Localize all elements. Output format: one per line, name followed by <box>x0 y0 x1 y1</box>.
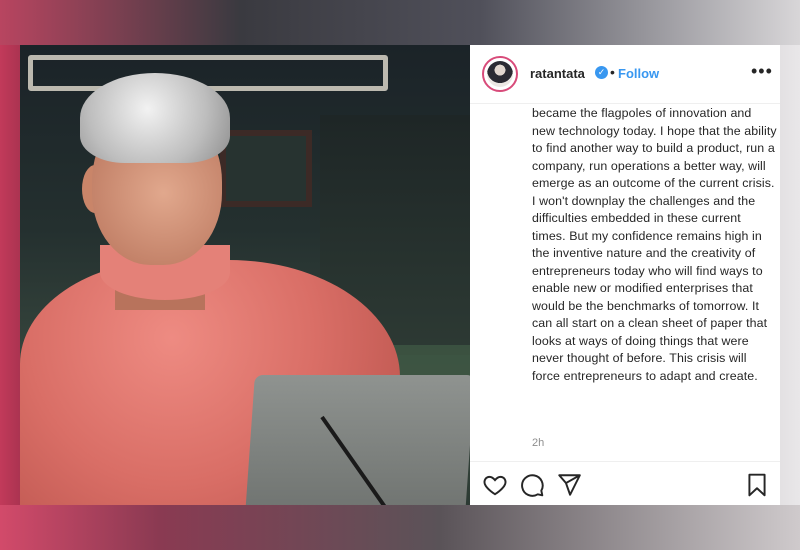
post-card: ratantata ✓ • Follow ••• became the flag… <box>470 45 780 505</box>
comment-icon[interactable] <box>519 472 545 498</box>
more-icon[interactable]: ••• <box>751 61 773 82</box>
heart-icon[interactable] <box>482 472 508 498</box>
post-caption: became the flagpoles of innovation and n… <box>532 106 777 383</box>
divider <box>470 103 780 104</box>
username-link[interactable]: ratantata <box>530 66 585 81</box>
post-timestamp[interactable]: 2h <box>532 437 544 449</box>
background-top <box>0 0 800 45</box>
share-icon[interactable] <box>556 472 582 498</box>
wall-picture <box>220 130 312 207</box>
separator-dot: • <box>610 64 615 80</box>
background-bottom <box>0 505 800 550</box>
avatar[interactable] <box>482 56 518 92</box>
avatar-image <box>487 61 513 87</box>
follow-button[interactable]: Follow <box>618 66 659 81</box>
verified-icon: ✓ <box>595 66 608 79</box>
post-photo[interactable] <box>20 45 470 505</box>
divider <box>470 461 780 462</box>
post-header: ratantata ✓ • Follow ••• <box>470 45 780 103</box>
bookmark-icon[interactable] <box>744 472 770 498</box>
laptop <box>245 375 470 505</box>
person-hair <box>80 73 230 163</box>
